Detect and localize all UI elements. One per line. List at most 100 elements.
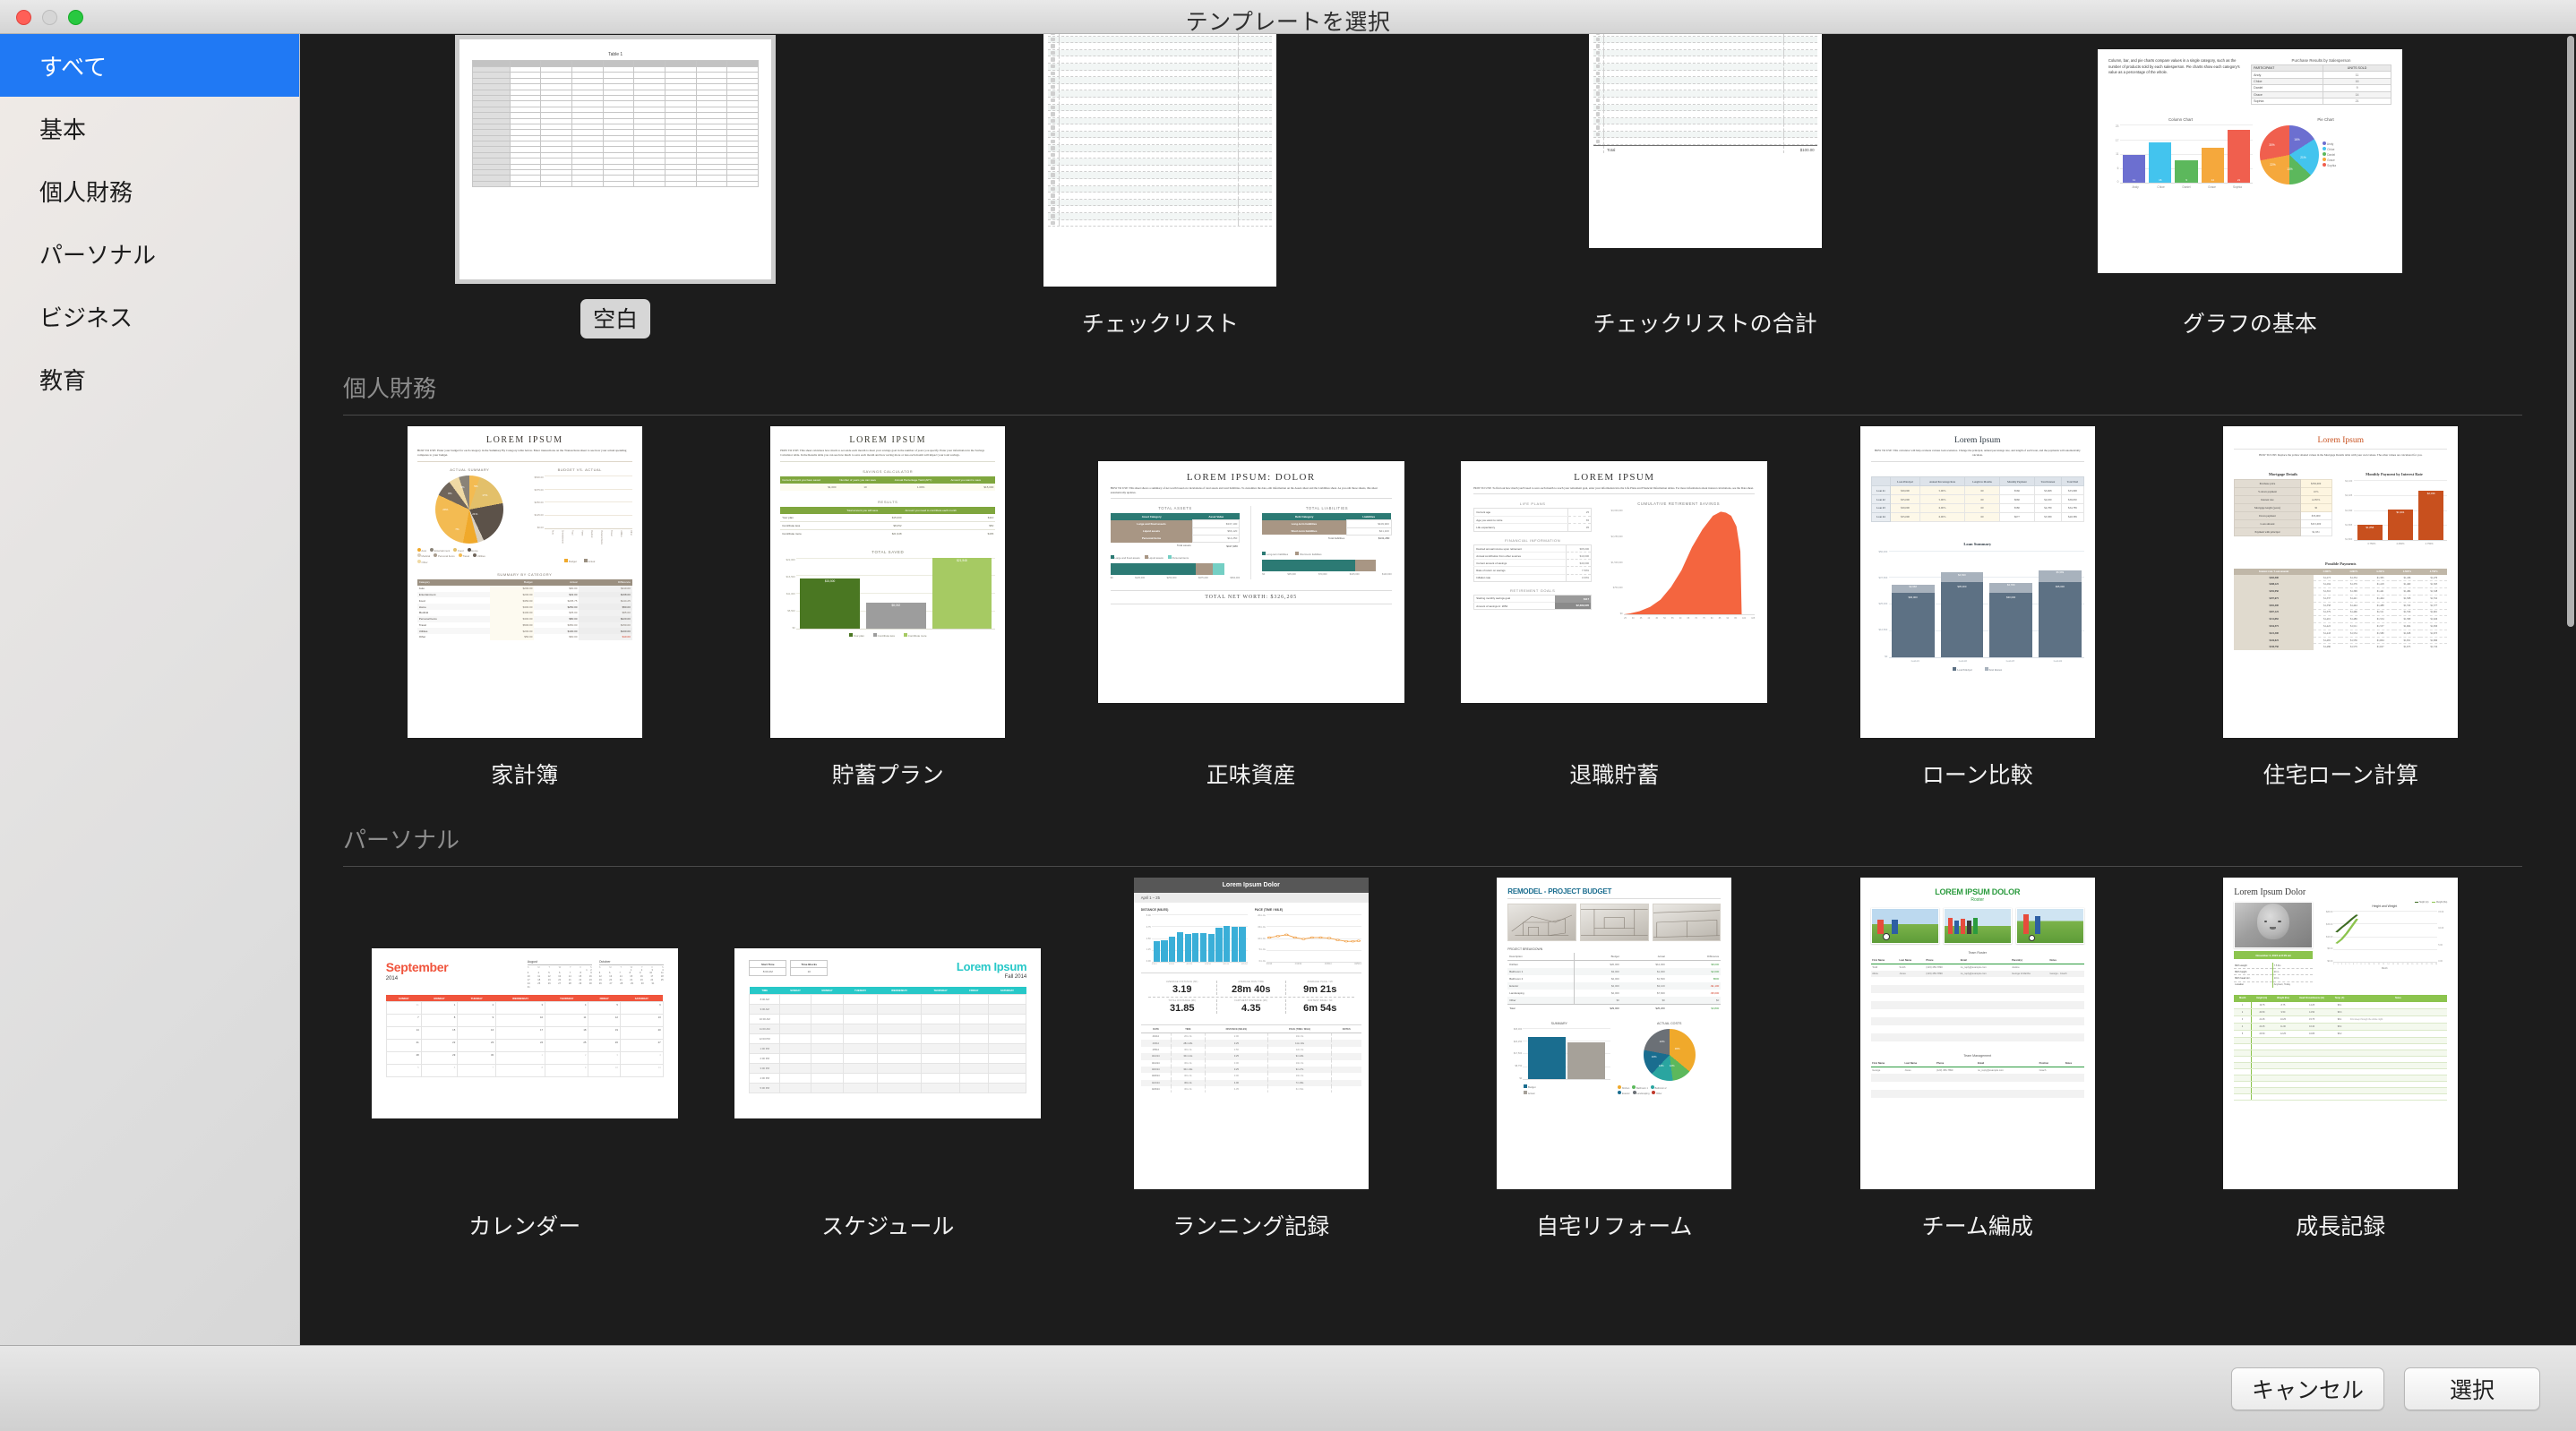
table-cell: Contribute less [780, 521, 846, 530]
table-header-cell: Temp. (F) [2334, 997, 2345, 1000]
template-card-mortgage[interactable]: Lorem Ipsum HOW TO USE: Replace the yell… [2160, 426, 2523, 790]
pie-label: 8% [448, 491, 452, 495]
table-cell: 98.4 [2330, 1023, 2349, 1031]
table-cell: $1,580 [2366, 630, 2394, 638]
thumbnail-loan-compare: Lorem Ipsum HOW TO USE: This calculator … [1859, 426, 2095, 738]
template-card-checklist-total[interactable]: Item 1$100.00 Item 2$200.00 [1433, 34, 1978, 338]
team-photo-strip [1870, 908, 2084, 944]
weekday-header: MONDAY [434, 996, 445, 1000]
y-tick: $37,500 [1878, 576, 1888, 579]
x-tick: 4/12/14 [1186, 964, 1193, 965]
table-cell: Kitchen [1509, 963, 1518, 966]
template-card-blank[interactable]: Table 1 空白 [343, 35, 888, 338]
template-card-chart-basics[interactable]: Column, bar, and pie charts compare valu… [1978, 34, 2522, 338]
choose-button[interactable]: 選択 [2404, 1367, 2540, 1410]
template-card-checklist[interactable]: チェックリスト [888, 34, 1432, 338]
bar-chart: $15,500 $8,052 $21,948 [796, 557, 996, 630]
template-card-loan-compare[interactable]: Lorem Ipsum HOW TO USE: This calculator … [1796, 426, 2160, 790]
table-cell [2348, 1030, 2448, 1038]
doc-subtitle: Fall 2014 [1004, 974, 1027, 980]
time-cell: 10:00 AM [749, 1014, 781, 1024]
table-header-cell: Difference [618, 580, 631, 585]
template-card-calendar[interactable]: September 2014 August SMTWTFS 12 3456789 [343, 878, 707, 1241]
table-cell: 30 [2299, 503, 2332, 513]
template-card-growth-record[interactable]: Lorem Ipsum Dolor November 2, 2024 at 8:… [2160, 878, 2523, 1241]
sidebar-item-education[interactable]: 教育 [0, 347, 299, 410]
sidebar-item-business[interactable]: ビジネス [0, 285, 299, 347]
table-cell: $29,000 [1574, 1003, 1621, 1013]
template-card-savings-plan[interactable]: LOREM IPSUM HOW TO USE: This sheet calcu… [707, 426, 1070, 790]
y-tick: 20m 0s [1258, 914, 1266, 917]
sidebar-item-basic[interactable]: 基本 [0, 97, 299, 159]
x-tick: 1 [2333, 964, 2335, 966]
template-label-loan-compare: ローン比較 [1921, 763, 2033, 788]
calendar-cell: 10 [588, 1064, 621, 1078]
y-tick: 10m 0s [1258, 937, 1266, 940]
x-tick: Utilities [619, 529, 623, 537]
table-header-cell: Debt Category [1294, 515, 1314, 519]
sidebar-item-personal-finance[interactable]: 個人財務 [0, 159, 299, 222]
y-tick: $17,500 [1513, 1052, 1523, 1056]
table-cell: Mortgage length (years) [2234, 503, 2301, 513]
table-cell: Food [416, 597, 490, 604]
table-cell: $50 [903, 521, 996, 530]
sidebar-item-personal[interactable]: パーソナル [0, 222, 299, 285]
vertical-scrollbar[interactable] [2567, 36, 2574, 627]
table-header-cell: First Name [1870, 957, 1899, 964]
stacked-bar-assets [1110, 563, 1241, 576]
table-cell: Daniel [2251, 84, 2324, 92]
thumbnail-mortgage: Lorem Ipsum HOW TO USE: Replace the yell… [2223, 426, 2459, 738]
template-card-schedule[interactable]: Start Time 8:00 AM Time Blocks 10 Lorem … [707, 878, 1070, 1241]
table-cell: Andy [2251, 71, 2324, 79]
table-cell: 3.00% [1565, 574, 1592, 582]
table-cell: Smith [1899, 966, 1906, 969]
cancel-button[interactable]: キャンセル [2230, 1367, 2384, 1410]
table-cell: $5,589 [2033, 511, 2063, 522]
table-cell: $8,052 [845, 521, 904, 530]
calendar-cell: 28 [385, 1051, 422, 1066]
table-cell: 3.25 [1204, 1053, 1268, 1060]
table-header-cell: Annual Percentage Rate [1919, 476, 1966, 487]
y-tick: 0m 0s [1258, 960, 1266, 963]
template-gallery[interactable]: Table 1 空白 チェックリスト Total $100.00 チェックリスト… [300, 34, 2576, 1345]
sidebar-item-all[interactable]: すべて [0, 34, 299, 97]
template-card-running-log[interactable]: Lorem Ipsum Dolor April 1 – 25 DISTANCE … [1069, 878, 1433, 1241]
template-card-household-budget[interactable]: LOREM IPSUM HOW TO USE: Enter your budge… [343, 426, 707, 790]
table-header-cell: Actual [1620, 953, 1667, 961]
y-tick: $20.00 [2325, 911, 2333, 914]
table-cell: $1,444 [2340, 602, 2367, 610]
table-cell: 15.75 [2293, 1015, 2331, 1024]
template-card-retirement[interactable]: LOREM IPSUM HOW TO USE: To find out how … [1433, 426, 1797, 790]
table-cell: 12m 0s [1267, 1046, 1332, 1054]
template-card-home-remodel[interactable]: REMODEL - PROJECT BUDGET PROJECT BREAKDO… [1433, 878, 1797, 1241]
table-cell: $1,627 [2376, 646, 2384, 649]
table-cell: 6.00% [1919, 503, 1966, 513]
team-photo [2015, 908, 2084, 944]
table-cell: Bathroom 2 [1509, 977, 1524, 981]
y-tick: $50,000 [1878, 550, 1888, 553]
table-cell: George & Martha [2012, 973, 2031, 975]
calendar-cell: 3 [588, 1051, 621, 1066]
table-cell: Utilities [416, 628, 490, 635]
legend-label: Travel [462, 554, 470, 559]
table-cell: $1,675 [2403, 646, 2411, 649]
table-cell: $35,000 [1889, 494, 1920, 504]
template-card-team-roster[interactable]: LOREM IPSUM DOLOR Roster Team Roster Fir… [1796, 878, 2160, 1241]
legend-label: Medical [421, 554, 431, 559]
table-cell: $1,552 [2420, 595, 2448, 603]
table-header-cell: Last Name [1898, 957, 1925, 964]
table-cell: $1,399 [2340, 587, 2367, 596]
table-header-cell: First Name [1870, 1060, 1903, 1067]
howto-text: HOW TO USE: Enter your budget for each c… [416, 449, 632, 462]
table-cell: $311,850 [2234, 615, 2314, 623]
table-cell: 9 [2323, 84, 2391, 92]
table-header-cell: 4.000% [2349, 570, 2358, 573]
thumbnail-checklist-total: Item 1$100.00 Item 2$200.00 [1588, 34, 1822, 248]
template-card-net-worth[interactable]: LOREM IPSUM: DOLOR HOW TO USE: This shee… [1069, 426, 1433, 790]
calendar-cell: 26 [588, 1039, 621, 1053]
howto-text: HOW TO USE: Replace the yellow shaded va… [2234, 449, 2448, 458]
table-cell: $1,436 [2393, 574, 2421, 582]
pie-chart-title: Pie Chart [2317, 117, 2334, 123]
table-cell: $1,000 [1656, 970, 1665, 973]
table-header-cell: DISTANCE (MILES) [1205, 1024, 1268, 1033]
